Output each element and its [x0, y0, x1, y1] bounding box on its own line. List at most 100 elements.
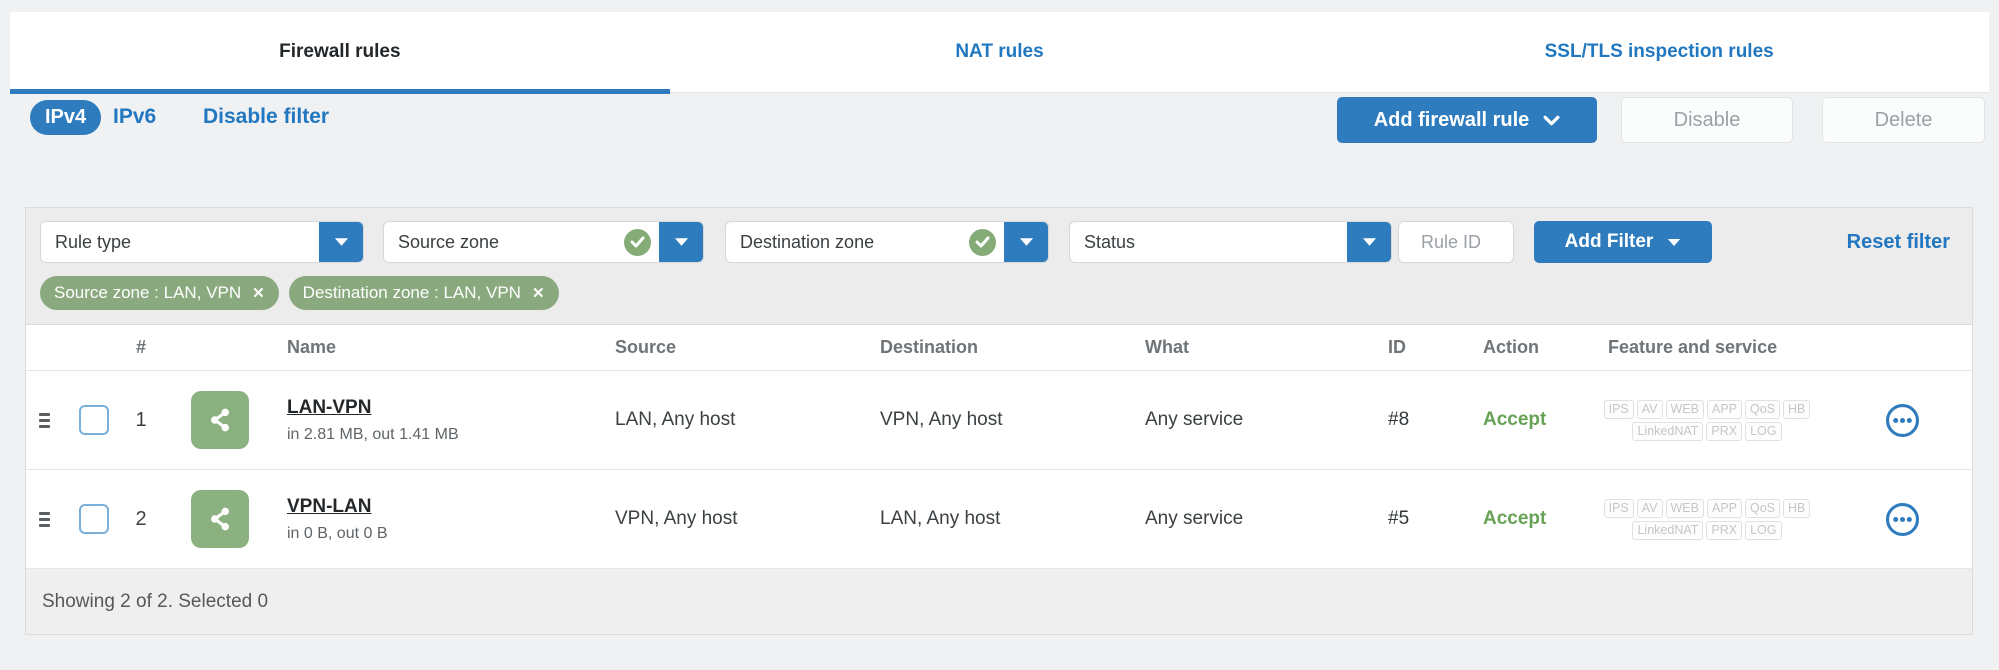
share-rule-icon [191, 391, 249, 449]
badge-app: APP [1706, 399, 1742, 419]
chevron-down-icon [334, 238, 348, 246]
table-row: 1 LAN-VPN in 2.81 MB, out 1.41 MB LAN, A… [26, 371, 1972, 470]
chevron-down-icon [674, 238, 688, 246]
tab-ssl-tls-inspection-rules[interactable]: SSL/TLS inspection rules [1329, 12, 1989, 92]
feature-badges: IPS AV WEB APP QoS HB LinkedNAT PRX LOG [1582, 399, 1832, 441]
close-icon[interactable]: ✕ [252, 286, 265, 301]
cell-source: VPN, Any host [615, 508, 738, 529]
filter-chip-source-zone[interactable]: Source zone : LAN, VPN ✕ [40, 276, 279, 310]
badge-hb: HB [1783, 399, 1811, 419]
source-zone-dropdown-label: Source zone [398, 231, 500, 252]
destination-zone-dropdown-button[interactable] [1004, 222, 1048, 262]
firewall-rules-page: Firewall rules NAT rules SSL/TLS inspect… [0, 0, 1999, 670]
badge-av: AV [1636, 399, 1663, 419]
disable-filter-link[interactable]: Disable filter [203, 105, 329, 129]
table-row: 2 VPN-LAN in 0 B, out 0 B VPN, Any host [26, 470, 1972, 569]
badge-web: WEB [1665, 399, 1704, 419]
badge-linkednat: LinkedNAT [1632, 421, 1704, 441]
tab-bar: Firewall rules NAT rules SSL/TLS inspect… [10, 12, 1989, 94]
row-menu-button[interactable] [1884, 501, 1920, 537]
header-what: What [1145, 337, 1189, 357]
cell-action: Accept [1483, 409, 1547, 430]
tab-label: Firewall rules [279, 41, 401, 62]
row-checkbox[interactable] [79, 504, 109, 534]
filter-chip-label: Source zone : LAN, VPN [54, 283, 242, 302]
share-rule-icon [191, 490, 249, 548]
badge-linkednat: LinkedNAT [1632, 520, 1704, 540]
rule-type-dropdown-button[interactable] [319, 222, 363, 262]
tab-label: SSL/TLS inspection rules [1544, 41, 1774, 62]
tab-firewall-rules[interactable]: Firewall rules [10, 12, 670, 94]
badge-ips: IPS [1603, 498, 1634, 518]
filter-row: Rule type Source zone Destination zone S… [40, 221, 1958, 263]
filter-active-check-icon [969, 228, 996, 256]
header-id: ID [1388, 337, 1406, 357]
cell-destination: VPN, Any host [880, 409, 1003, 430]
header-destination: Destination [880, 337, 979, 357]
rule-traffic: in 0 B, out 0 B [287, 524, 388, 542]
source-zone-dropdown[interactable]: Source zone [383, 221, 704, 263]
tab-nat-rules[interactable]: NAT rules [670, 12, 1330, 92]
chevron-down-icon [1362, 238, 1376, 246]
reset-filter-link[interactable]: Reset filter [1847, 231, 1958, 254]
rule-name-link[interactable]: VPN-LAN [287, 496, 371, 518]
add-filter-label: Add Filter [1564, 231, 1654, 252]
add-filter-button[interactable]: Add Filter [1534, 221, 1712, 263]
status-dropdown[interactable]: Status [1069, 221, 1392, 263]
delete-button[interactable]: Delete [1822, 97, 1985, 143]
cell-action: Accept [1483, 508, 1547, 529]
drag-handle[interactable] [39, 511, 50, 527]
chevron-down-icon [1668, 238, 1681, 246]
rule-id-input[interactable] [1398, 221, 1514, 263]
chevron-down-icon [1543, 115, 1560, 125]
add-firewall-rule-button[interactable]: Add firewall rule [1337, 97, 1597, 143]
status-dropdown-button[interactable] [1347, 222, 1391, 262]
badge-web: WEB [1665, 498, 1704, 518]
chevron-down-icon [1019, 238, 1033, 246]
rule-name-link[interactable]: LAN-VPN [287, 397, 371, 419]
header-features: Feature and service [1608, 337, 1778, 357]
cell-destination: LAN, Any host [880, 508, 1001, 529]
badge-qos: QoS [1745, 399, 1781, 419]
header-name: Name [287, 337, 337, 357]
close-icon[interactable]: ✕ [532, 286, 545, 301]
drag-handle[interactable] [39, 412, 50, 428]
table-header-row: # Name Source Destination What ID Action… [26, 325, 1972, 371]
disable-button[interactable]: Disable [1621, 97, 1793, 143]
ipv4-toggle[interactable]: IPv4 [30, 100, 102, 135]
badge-prx: PRX [1706, 520, 1743, 540]
row-checkbox[interactable] [79, 405, 109, 435]
ellipsis-icon [1885, 502, 1919, 536]
filter-chip-label: Destination zone : LAN, VPN [302, 283, 521, 302]
feature-badges: IPS AV WEB APP QoS HB LinkedNAT PRX LOG [1582, 498, 1832, 540]
badge-app: APP [1706, 498, 1742, 518]
active-filter-chips: Source zone : LAN, VPN ✕ Destination zon… [40, 276, 1958, 310]
cell-rule-id: #5 [1388, 508, 1410, 529]
rule-type-dropdown-label: Rule type [55, 231, 132, 252]
destination-zone-dropdown-label: Destination zone [740, 231, 875, 252]
cell-what: Any service [1145, 409, 1244, 430]
source-zone-dropdown-button[interactable] [659, 222, 703, 262]
ellipsis-icon [1885, 403, 1919, 437]
rules-panel: Rule type Source zone Destination zone S… [25, 207, 1973, 635]
filter-chip-destination-zone[interactable]: Destination zone : LAN, VPN ✕ [288, 276, 559, 310]
ipv6-toggle[interactable]: IPv6 [113, 105, 156, 129]
badge-ips: IPS [1603, 399, 1634, 419]
header-num: # [135, 337, 146, 357]
cell-what: Any service [1145, 508, 1244, 529]
row-number: 2 [135, 507, 147, 530]
badge-qos: QoS [1745, 498, 1781, 518]
filter-active-check-icon [624, 228, 651, 256]
row-number: 1 [135, 408, 147, 431]
table-footer: Showing 2 of 2. Selected 0 [26, 569, 1972, 634]
rule-type-dropdown[interactable]: Rule type [40, 221, 364, 263]
badge-hb: HB [1783, 498, 1811, 518]
status-dropdown-label: Status [1084, 231, 1136, 252]
header-source: Source [615, 337, 677, 357]
badge-prx: PRX [1706, 421, 1743, 441]
rule-traffic: in 2.81 MB, out 1.41 MB [287, 425, 459, 443]
cell-rule-id: #8 [1388, 409, 1410, 430]
row-menu-button[interactable] [1884, 402, 1920, 438]
header-action: Action [1483, 337, 1539, 357]
destination-zone-dropdown[interactable]: Destination zone [725, 221, 1049, 263]
